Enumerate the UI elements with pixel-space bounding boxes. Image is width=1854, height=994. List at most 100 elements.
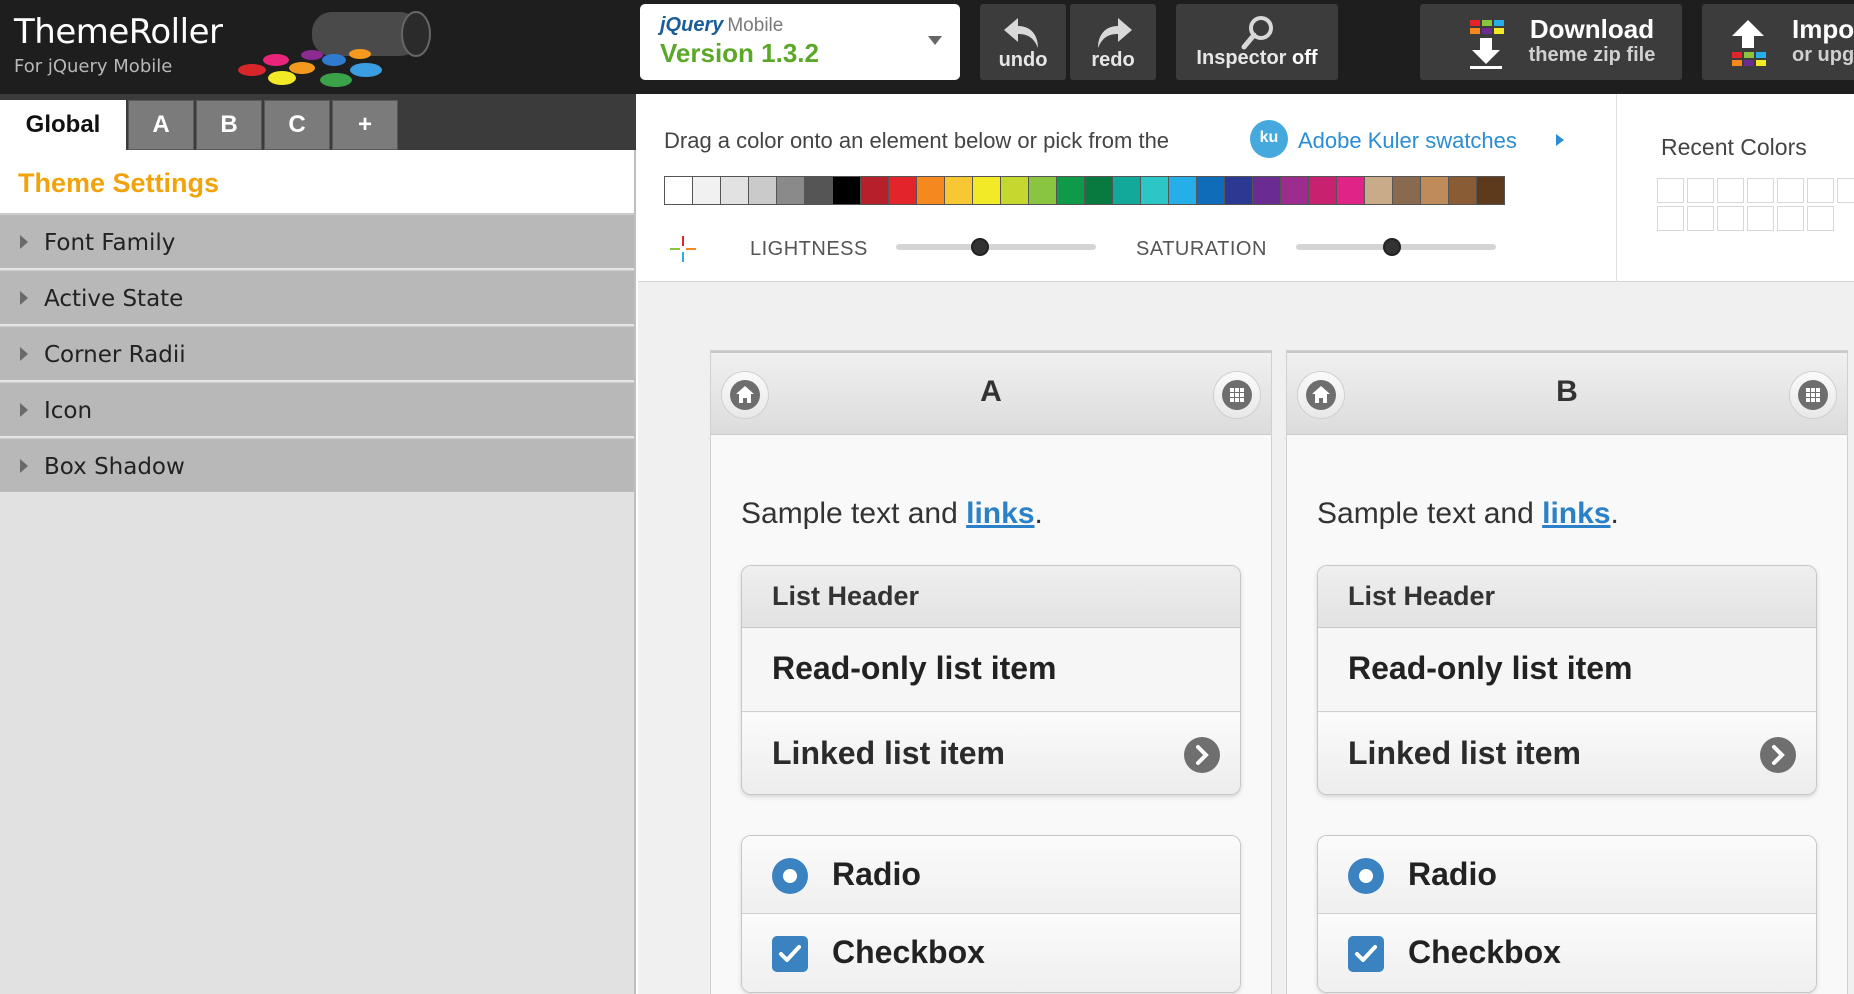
form-controls-group: Radio Checkbox — [741, 835, 1241, 993]
color-swatch[interactable] — [1420, 176, 1449, 205]
recent-color-slot[interactable] — [1837, 178, 1854, 203]
saturation-slider-handle[interactable] — [1383, 238, 1401, 256]
linked-list-item[interactable]: Linked list item — [1318, 713, 1816, 794]
checkbox-option[interactable]: Checkbox — [1318, 914, 1816, 992]
color-swatch[interactable] — [692, 176, 721, 205]
color-swatch[interactable] — [1252, 176, 1281, 205]
color-swatch[interactable] — [1000, 176, 1029, 205]
version-select[interactable]: jQuery Mobile Version 1.3.2 — [640, 4, 960, 80]
recent-color-slot[interactable] — [1747, 206, 1774, 231]
color-swatch[interactable] — [1168, 176, 1197, 205]
radio-option[interactable]: Radio — [1318, 836, 1816, 914]
color-swatch[interactable] — [1112, 176, 1141, 205]
tab-c[interactable]: C — [264, 100, 330, 150]
redo-label: redo — [1091, 49, 1135, 71]
color-swatch[interactable] — [860, 176, 889, 205]
sample-link[interactable]: links — [966, 497, 1034, 530]
color-swatch[interactable] — [1392, 176, 1421, 205]
recent-color-slot[interactable] — [1807, 178, 1834, 203]
list-header-label: List Header — [772, 581, 920, 611]
checkbox-checked-icon — [772, 936, 808, 972]
form-controls-group: Radio Checkbox — [1317, 835, 1817, 993]
color-swatch[interactable] — [1448, 176, 1477, 205]
recent-color-slot[interactable] — [1807, 206, 1834, 231]
lightness-slider[interactable] — [896, 238, 1096, 256]
readonly-list-item: Read-only list item — [742, 628, 1240, 712]
section-active-state[interactable]: Active State — [0, 270, 634, 325]
recent-color-slot[interactable] — [1717, 178, 1744, 203]
recent-color-slot[interactable] — [1777, 178, 1804, 203]
radio-option[interactable]: Radio — [742, 836, 1240, 914]
color-swatch[interactable] — [664, 176, 693, 205]
saturation-slider[interactable] — [1296, 238, 1496, 256]
section-corner-radii[interactable]: Corner Radii — [0, 326, 634, 381]
sample-listview: List Header Read-only list item Linked l… — [1317, 565, 1817, 795]
swatch-tab-bar: Global A B C + — [0, 94, 636, 150]
color-swatch[interactable] — [916, 176, 945, 205]
grid-button[interactable] — [1789, 371, 1837, 419]
recent-color-slot[interactable] — [1717, 206, 1744, 231]
radio-dot — [1359, 869, 1373, 883]
inspector-toggle[interactable]: Inspector off — [1176, 4, 1338, 80]
import-theme-button[interactable]: Impo or upg — [1702, 4, 1854, 80]
recent-color-slot[interactable] — [1687, 206, 1714, 231]
list-item-label: Linked list item — [1348, 735, 1581, 771]
crosshair-icon[interactable] — [668, 234, 698, 264]
color-swatch[interactable] — [1364, 176, 1393, 205]
color-swatch[interactable] — [1056, 176, 1085, 205]
download-sub-label: theme zip file — [1528, 44, 1656, 66]
redo-button[interactable]: redo — [1070, 4, 1156, 80]
color-swatch[interactable] — [888, 176, 917, 205]
settings-header: Theme Settings — [0, 150, 634, 214]
checkbox-label: Checkbox — [832, 934, 985, 970]
color-swatch[interactable] — [748, 176, 777, 205]
download-theme-button[interactable]: Download theme zip file — [1420, 4, 1682, 80]
checkbox-option[interactable]: Checkbox — [742, 914, 1240, 992]
color-swatch[interactable] — [776, 176, 805, 205]
list-header: List Header — [742, 566, 1240, 628]
theme-preview-area: A Sample text and links. List Header Rea… — [638, 282, 1854, 994]
chevron-right-icon — [1760, 737, 1796, 773]
section-box-shadow[interactable]: Box Shadow — [0, 438, 634, 493]
sample-link[interactable]: links — [1542, 497, 1610, 530]
tab-a[interactable]: A — [128, 100, 194, 150]
theme-preview-a: A Sample text and links. List Header Rea… — [710, 350, 1272, 994]
color-swatch[interactable] — [1084, 176, 1113, 205]
color-swatch[interactable] — [972, 176, 1001, 205]
color-swatch[interactable] — [1476, 176, 1505, 205]
color-swatch[interactable] — [1028, 176, 1057, 205]
tab-b[interactable]: B — [196, 100, 262, 150]
color-swatch[interactable] — [1308, 176, 1337, 205]
kuler-logo-icon: ku — [1250, 120, 1288, 158]
tab-global[interactable]: Global — [0, 100, 126, 150]
color-swatch[interactable] — [1224, 176, 1253, 205]
grid-button[interactable] — [1213, 371, 1261, 419]
add-swatch-tab[interactable]: + — [332, 100, 398, 150]
radio-label: Radio — [832, 856, 921, 892]
color-swatch[interactable] — [944, 176, 973, 205]
color-swatch[interactable] — [1280, 176, 1309, 205]
section-font-family[interactable]: Font Family — [0, 214, 634, 269]
color-swatch[interactable] — [1140, 176, 1169, 205]
recent-color-slot[interactable] — [1687, 178, 1714, 203]
undo-button[interactable]: undo — [980, 4, 1066, 80]
lightness-slider-handle[interactable] — [971, 238, 989, 256]
recent-color-slot[interactable] — [1657, 206, 1684, 231]
recent-color-slot[interactable] — [1777, 206, 1804, 231]
color-swatch[interactable] — [720, 176, 749, 205]
lightness-label: LIGHTNESS — [750, 238, 868, 260]
import-sub-label: or upg — [1792, 44, 1854, 66]
color-swatch[interactable] — [804, 176, 833, 205]
theme-preview-b: B Sample text and links. List Header Rea… — [1286, 350, 1848, 994]
triangle-right-icon — [20, 347, 28, 361]
preview-header: A — [711, 351, 1271, 435]
linked-list-item[interactable]: Linked list item — [742, 713, 1240, 794]
recent-color-slot[interactable] — [1747, 178, 1774, 203]
color-swatch[interactable] — [1336, 176, 1365, 205]
kuler-swatches-link[interactable]: Adobe Kuler swatches — [1298, 128, 1517, 154]
section-icon[interactable]: Icon — [0, 382, 634, 437]
recent-color-slot[interactable] — [1657, 178, 1684, 203]
color-swatch[interactable] — [832, 176, 861, 205]
color-swatch[interactable] — [1196, 176, 1225, 205]
radio-selected-icon — [1348, 858, 1384, 894]
